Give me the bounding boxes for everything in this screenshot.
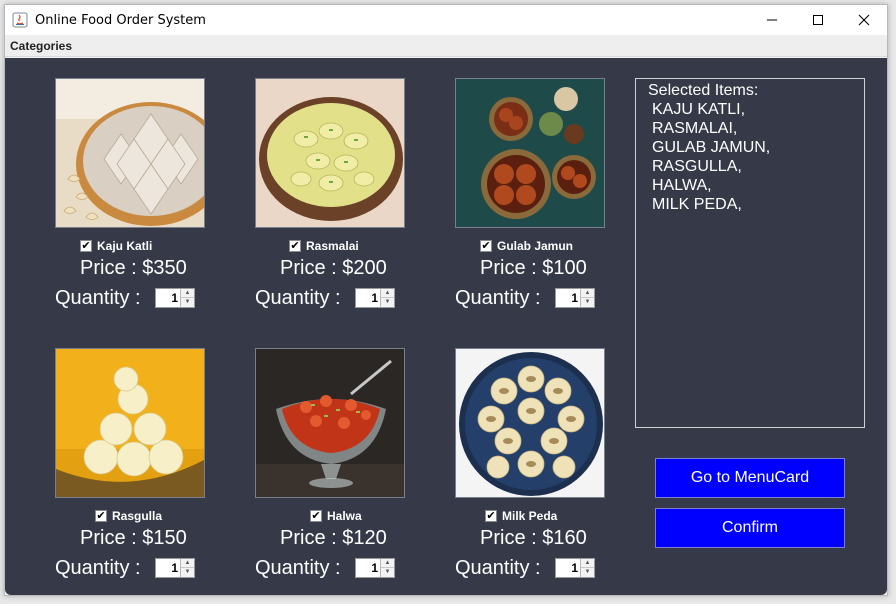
item-name: Halwa (327, 509, 362, 523)
item-price: Price : $120 (280, 527, 387, 549)
quantity-spinner[interactable]: 1 ▲ ▼ (355, 558, 395, 578)
spinner-up-icon[interactable]: ▲ (581, 559, 594, 568)
window-title: Online Food Order System (35, 12, 206, 28)
item-checkbox-row[interactable]: ✔ Rasgulla (95, 508, 162, 524)
checked-checkbox-icon[interactable]: ✔ (95, 510, 107, 522)
halwa-image (255, 348, 405, 498)
food-card-gulab-jamun: ✔ Gulab Jamun Price : $100 Quantity : 1 … (405, 58, 605, 309)
java-app-icon (12, 12, 28, 28)
quantity-spinner[interactable]: 1 ▲ ▼ (355, 288, 395, 308)
item-name: Gulab Jamun (497, 239, 574, 253)
confirm-button[interactable]: Confirm (655, 508, 845, 548)
rasmalai-image (255, 78, 405, 228)
selected-item-line: HALWA, (652, 177, 712, 194)
quantity-label: Quantity : (255, 557, 341, 579)
quantity-value[interactable]: 1 (156, 289, 181, 307)
food-card-milk-peda: ✔ Milk Peda Price : $160 Quantity : 1 ▲ … (405, 328, 605, 579)
quantity-value[interactable]: 1 (556, 559, 581, 577)
quantity-label: Quantity : (455, 287, 541, 309)
selected-item-line: RASMALAI, (652, 120, 738, 137)
item-price: Price : $200 (280, 257, 387, 279)
quantity-spinner[interactable]: 1 ▲ ▼ (155, 558, 195, 578)
item-price: Price : $150 (80, 527, 187, 549)
food-card-rasgulla: ✔ Rasgulla Price : $150 Quantity : 1 ▲ ▼ (5, 328, 205, 579)
close-icon[interactable] (841, 5, 887, 35)
item-name: Kaju Katli (97, 239, 153, 253)
spinner-up-icon[interactable]: ▲ (181, 559, 194, 568)
main-panel: ✔ Kaju Katli Price : $350 Quantity : 1 ▲… (5, 58, 887, 595)
item-name: Rasgulla (112, 509, 163, 523)
selected-items-area[interactable]: Selected Items: KAJU KATLI, RASMALAI, GU… (635, 78, 865, 428)
spinner-down-icon[interactable]: ▼ (381, 298, 394, 307)
spinner-down-icon[interactable]: ▼ (581, 568, 594, 577)
spinner-up-icon[interactable]: ▲ (381, 289, 394, 298)
checked-checkbox-icon[interactable]: ✔ (480, 240, 492, 252)
app-window: Online Food Order System Categories ✔ Ka… (4, 4, 888, 596)
gulab-jamun-image (455, 78, 605, 228)
checked-checkbox-icon[interactable]: ✔ (289, 240, 301, 252)
item-checkbox-row[interactable]: ✔ Rasmalai (289, 238, 359, 254)
selected-item-line: RASGULLA, (652, 158, 742, 175)
quantity-spinner[interactable]: 1 ▲ ▼ (155, 288, 195, 308)
quantity-label: Quantity : (255, 287, 341, 309)
item-checkbox-row[interactable]: ✔ Gulab Jamun (480, 238, 573, 254)
title-bar: Online Food Order System (5, 5, 887, 35)
item-price: Price : $160 (480, 527, 587, 549)
quantity-spinner[interactable]: 1 ▲ ▼ (555, 288, 595, 308)
spinner-up-icon[interactable]: ▲ (181, 289, 194, 298)
menu-bar: Categories (5, 35, 887, 57)
item-price: Price : $350 (80, 257, 187, 279)
quantity-spinner[interactable]: 1 ▲ ▼ (555, 558, 595, 578)
minimize-icon[interactable] (749, 5, 795, 35)
milk-peda-image (455, 348, 605, 498)
selected-item-line: GULAB JAMUN, (652, 139, 771, 156)
rasgulla-image (55, 348, 205, 498)
item-name: Milk Peda (502, 509, 558, 523)
quantity-label: Quantity : (455, 557, 541, 579)
selected-item-line: MILK PEDA, (652, 196, 742, 213)
checked-checkbox-icon[interactable]: ✔ (310, 510, 322, 522)
checked-checkbox-icon[interactable]: ✔ (485, 510, 497, 522)
window-controls (749, 5, 887, 35)
spinner-down-icon[interactable]: ▼ (181, 568, 194, 577)
item-checkbox-row[interactable]: ✔ Halwa (310, 508, 362, 524)
quantity-label: Quantity : (55, 287, 141, 309)
spinner-down-icon[interactable]: ▼ (581, 298, 594, 307)
selected-item-line: KAJU KATLI, (652, 101, 746, 118)
selected-items-title: Selected Items: (648, 82, 759, 99)
quantity-value[interactable]: 1 (556, 289, 581, 307)
maximize-icon[interactable] (795, 5, 841, 35)
kaju-katli-image (55, 78, 205, 228)
item-checkbox-row[interactable]: ✔ Kaju Katli (80, 238, 152, 254)
item-price: Price : $100 (480, 257, 587, 279)
quantity-label: Quantity : (55, 557, 141, 579)
spinner-up-icon[interactable]: ▲ (381, 559, 394, 568)
go-to-menucard-button[interactable]: Go to MenuCard (655, 458, 845, 498)
quantity-value[interactable]: 1 (356, 559, 381, 577)
spinner-down-icon[interactable]: ▼ (381, 568, 394, 577)
food-card-kaju-katli: ✔ Kaju Katli Price : $350 Quantity : 1 ▲… (5, 58, 205, 309)
item-checkbox-row[interactable]: ✔ Milk Peda (485, 508, 557, 524)
spinner-up-icon[interactable]: ▲ (581, 289, 594, 298)
item-name: Rasmalai (306, 239, 359, 253)
menu-categories[interactable]: Categories (10, 39, 72, 53)
quantity-value[interactable]: 1 (156, 559, 181, 577)
quantity-value[interactable]: 1 (356, 289, 381, 307)
food-card-halwa: ✔ Halwa Price : $120 Quantity : 1 ▲ ▼ (205, 328, 405, 579)
checked-checkbox-icon[interactable]: ✔ (80, 240, 92, 252)
food-card-rasmalai: ✔ Rasmalai Price : $200 Quantity : 1 ▲ ▼ (205, 58, 405, 309)
spinner-down-icon[interactable]: ▼ (181, 298, 194, 307)
